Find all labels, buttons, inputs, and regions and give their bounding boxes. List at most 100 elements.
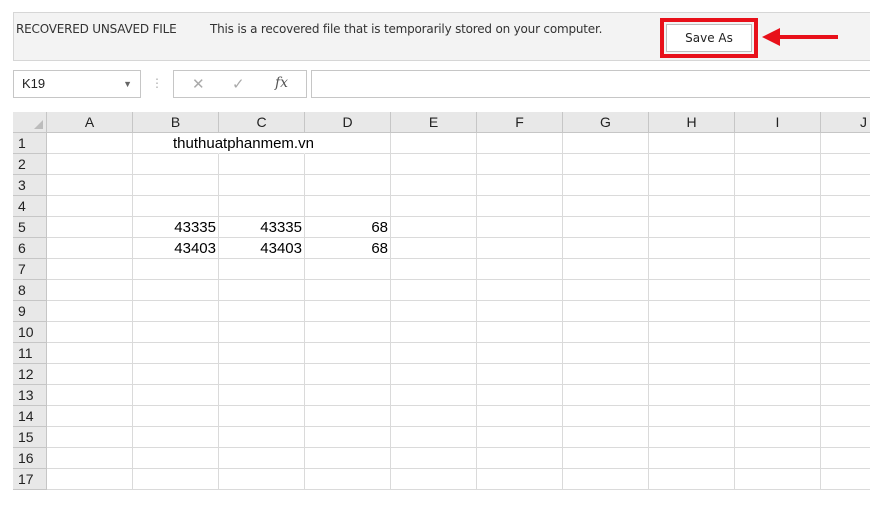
cell-c2[interactable] [219, 154, 305, 175]
cell-f14[interactable] [477, 406, 563, 427]
enter-icon[interactable]: ✓ [232, 75, 245, 93]
cell-i7[interactable] [735, 259, 821, 280]
row-header-6[interactable]: 6 [13, 238, 47, 259]
cell-i3[interactable] [735, 175, 821, 196]
cell-e2[interactable] [391, 154, 477, 175]
cell-b11[interactable] [133, 343, 219, 364]
cell-a5[interactable] [47, 217, 133, 238]
cell-f9[interactable] [477, 301, 563, 322]
cell-f7[interactable] [477, 259, 563, 280]
cell-h7[interactable] [649, 259, 735, 280]
cell-c11[interactable] [219, 343, 305, 364]
cell-g8[interactable] [563, 280, 649, 301]
insert-function-icon[interactable]: fx [275, 75, 288, 91]
cell-f13[interactable] [477, 385, 563, 406]
cell-i14[interactable] [735, 406, 821, 427]
cell-h4[interactable] [649, 196, 735, 217]
cell-g17[interactable] [563, 469, 649, 490]
cell-j12[interactable] [821, 364, 870, 385]
column-header-b[interactable]: B [133, 112, 219, 133]
cell-a10[interactable] [47, 322, 133, 343]
select-all-corner[interactable] [13, 112, 47, 133]
cell-j7[interactable] [821, 259, 870, 280]
cell-d15[interactable] [305, 427, 391, 448]
row-header-1[interactable]: 1 [13, 133, 47, 154]
cell-j10[interactable] [821, 322, 870, 343]
column-header-a[interactable]: A [47, 112, 133, 133]
cell-j11[interactable] [821, 343, 870, 364]
cell-g3[interactable] [563, 175, 649, 196]
column-header-i[interactable]: I [735, 112, 821, 133]
cell-h17[interactable] [649, 469, 735, 490]
name-box[interactable]: K19 ▼ [13, 70, 141, 98]
row-header-4[interactable]: 4 [13, 196, 47, 217]
cell-b17[interactable] [133, 469, 219, 490]
cell-c10[interactable] [219, 322, 305, 343]
cell-d2[interactable] [305, 154, 391, 175]
cell-f2[interactable] [477, 154, 563, 175]
row-header-7[interactable]: 7 [13, 259, 47, 280]
cell-b13[interactable] [133, 385, 219, 406]
row-header-9[interactable]: 9 [13, 301, 47, 322]
cell-b14[interactable] [133, 406, 219, 427]
cell-a2[interactable] [47, 154, 133, 175]
cell-j9[interactable] [821, 301, 870, 322]
cell-e10[interactable] [391, 322, 477, 343]
cell-h11[interactable] [649, 343, 735, 364]
column-header-h[interactable]: H [649, 112, 735, 133]
cell-c12[interactable] [219, 364, 305, 385]
cell-i4[interactable] [735, 196, 821, 217]
cell-h1[interactable] [649, 133, 735, 154]
cell-b7[interactable] [133, 259, 219, 280]
formula-input[interactable] [311, 70, 870, 98]
cell-i12[interactable] [735, 364, 821, 385]
cell-f4[interactable] [477, 196, 563, 217]
cell-j5[interactable] [821, 217, 870, 238]
cell-b10[interactable] [133, 322, 219, 343]
cell-c16[interactable] [219, 448, 305, 469]
cell-e7[interactable] [391, 259, 477, 280]
cell-i13[interactable] [735, 385, 821, 406]
cell-c8[interactable] [219, 280, 305, 301]
cell-c17[interactable] [219, 469, 305, 490]
cell-f11[interactable] [477, 343, 563, 364]
cell-c9[interactable] [219, 301, 305, 322]
cell-i17[interactable] [735, 469, 821, 490]
cell-f8[interactable] [477, 280, 563, 301]
cell-e11[interactable] [391, 343, 477, 364]
cell-e9[interactable] [391, 301, 477, 322]
row-header-14[interactable]: 14 [13, 406, 47, 427]
cell-b4[interactable] [133, 196, 219, 217]
cell-g10[interactable] [563, 322, 649, 343]
cell-d12[interactable] [305, 364, 391, 385]
chevron-down-icon[interactable]: ▼ [123, 71, 132, 97]
cell-a4[interactable] [47, 196, 133, 217]
cell-g13[interactable] [563, 385, 649, 406]
cell-d7[interactable] [305, 259, 391, 280]
cell-a6[interactable] [47, 238, 133, 259]
cell-e17[interactable] [391, 469, 477, 490]
cell-a12[interactable] [47, 364, 133, 385]
row-header-2[interactable]: 2 [13, 154, 47, 175]
cell-a9[interactable] [47, 301, 133, 322]
cell-i16[interactable] [735, 448, 821, 469]
row-header-10[interactable]: 10 [13, 322, 47, 343]
cell-f10[interactable] [477, 322, 563, 343]
cell-h2[interactable] [649, 154, 735, 175]
cell-d17[interactable] [305, 469, 391, 490]
cell-g1[interactable] [563, 133, 649, 154]
column-header-d[interactable]: D [305, 112, 391, 133]
resize-handle-icon[interactable]: ⋮ [151, 76, 163, 90]
cell-e16[interactable] [391, 448, 477, 469]
cell-f1[interactable] [477, 133, 563, 154]
cell-i2[interactable] [735, 154, 821, 175]
cell-a13[interactable] [47, 385, 133, 406]
save-as-button[interactable]: Save As [666, 24, 752, 52]
spreadsheet-grid[interactable]: A B C D E F G H I J 1 2 3 4 5 6 7 8 9 10 11 12 13 14 15 16 17 thuth… [13, 112, 870, 517]
cell-d14[interactable] [305, 406, 391, 427]
cell-d8[interactable] [305, 280, 391, 301]
cell-b12[interactable] [133, 364, 219, 385]
cell-a17[interactable] [47, 469, 133, 490]
cell-f6[interactable] [477, 238, 563, 259]
cell-h10[interactable] [649, 322, 735, 343]
